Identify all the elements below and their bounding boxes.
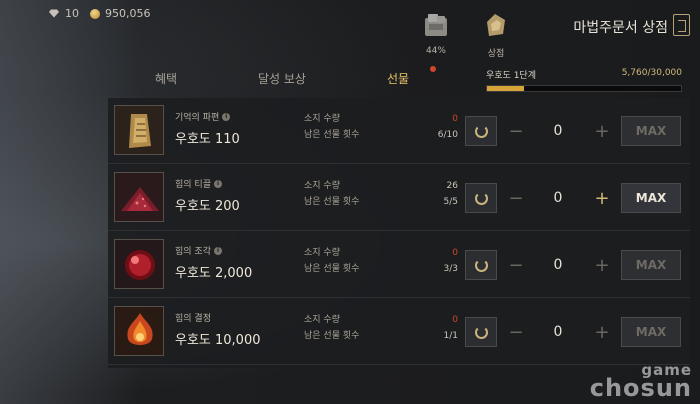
quantity-value: 0 — [553, 324, 563, 340]
item-name: 힘의 결정 — [175, 314, 211, 324]
owned-label: 소지 수량 — [304, 248, 340, 258]
quantity-value: 0 — [553, 190, 563, 206]
scroll-box-button[interactable]: 44% — [416, 10, 456, 56]
refresh-icon — [474, 325, 488, 339]
affinity-level-label: 우호도 1단계 — [486, 71, 536, 81]
scroll-box-icon — [425, 14, 447, 36]
refresh-button[interactable] — [465, 183, 497, 213]
increase-button[interactable]: + — [590, 183, 614, 213]
decrease-button[interactable]: − — [504, 183, 528, 213]
scroll-box-label: 44% — [425, 46, 446, 56]
max-button[interactable]: MAX — [621, 116, 681, 146]
tab-achievement-rewards[interactable]: 달성 보상 — [224, 70, 340, 92]
quantity-value: 0 — [553, 257, 563, 273]
owned-label: 소지 수량 — [304, 114, 340, 124]
owned-label: 소지 수량 — [304, 181, 340, 191]
item-name: 기억의 파편 — [175, 113, 220, 123]
affinity-value: 5,760/30,000 — [621, 68, 682, 78]
item-name: 힘의 티끌 — [175, 180, 211, 190]
info-icon[interactable]: i — [222, 112, 231, 121]
watermark-line2: chosun — [589, 374, 692, 403]
remaining-label: 남은 선물 횟수 — [304, 264, 360, 274]
gem-count: 10 — [65, 7, 79, 20]
increase-button[interactable]: + — [590, 116, 614, 146]
owned-count: 26 — [446, 181, 458, 191]
refresh-button[interactable] — [465, 116, 497, 146]
decrease-button[interactable]: − — [504, 317, 528, 347]
item-price: 우호도 200 — [175, 199, 240, 214]
item-price: 우호도 2,000 — [175, 266, 253, 281]
fire-crystal-icon — [114, 306, 164, 356]
item-price: 우호도 110 — [175, 132, 240, 147]
decrease-button[interactable]: − — [504, 250, 528, 280]
max-button[interactable]: MAX — [621, 250, 681, 280]
remaining-label: 남은 선물 횟수 — [304, 197, 360, 207]
tab-benefits[interactable]: 혜택 — [108, 70, 224, 92]
owned-count: 0 — [452, 315, 458, 325]
gift-row-power-dust: 힘의 티끌 i 우호도 200 소지 수량남은 선물 횟수 26 5/5 − 0 +… — [108, 165, 690, 231]
gift-row-memory-fragment: 기억의 파편 i 우호도 110 소지 수량 남은 선물 횟수 0 6/10 − 0 … — [108, 98, 690, 164]
max-button[interactable]: MAX — [621, 317, 681, 347]
gift-row-power-piece: 힘의 조각 i 우호도 2,000 소지 수량 남은 선물 횟수 0 3/3 − 0 … — [108, 232, 690, 298]
affinity-bar — [486, 85, 682, 92]
remaining-count: 6/10 — [437, 130, 458, 140]
affinity-progress: 우호도 1단계 5,760/30,000 — [486, 68, 682, 92]
owned-count: 0 — [452, 248, 458, 258]
store-title: 마법주문서 상점 — [573, 20, 668, 36]
refresh-button[interactable] — [465, 317, 497, 347]
decrease-button[interactable]: − — [504, 116, 528, 146]
currency-bar: 10 950,056 — [48, 7, 151, 20]
remaining-count: 5/5 — [443, 197, 458, 207]
store-bag-icon — [487, 14, 505, 36]
info-icon[interactable]: i — [213, 179, 222, 188]
info-icon[interactable]: i — [213, 246, 222, 255]
increase-button[interactable]: + — [590, 317, 614, 347]
item-name: 힘의 조각 — [175, 247, 211, 257]
affinity-bar-fill — [487, 86, 525, 91]
refresh-icon — [474, 124, 488, 138]
red-dust-icon — [114, 172, 164, 222]
refresh-icon — [474, 258, 488, 272]
remaining-label: 남은 선물 횟수 — [304, 130, 360, 140]
item-price: 우호도 10,000 — [175, 333, 261, 348]
owned-count: 0 — [452, 114, 458, 124]
parchment-icon — [114, 105, 164, 155]
gold-amount: 950,056 — [105, 7, 151, 20]
remaining-count: 1/1 — [443, 331, 458, 341]
gold-coin-icon — [90, 8, 100, 19]
remaining-label: 남은 선물 횟수 — [304, 331, 360, 341]
quantity-value: 0 — [553, 123, 563, 139]
gem-icon — [49, 9, 59, 18]
owned-label: 소지 수량 — [304, 315, 340, 325]
max-button[interactable]: MAX — [621, 183, 681, 213]
tab-gifts[interactable]: 선물 — [340, 70, 456, 92]
store-bag-label: 상점 — [487, 49, 505, 59]
gift-row-power-crystal: 힘의 결정 우호도 10,000 소지 수량 남은 선물 횟수 0 1/1 − 0 … — [108, 299, 690, 365]
refresh-icon — [474, 191, 488, 205]
refresh-button[interactable] — [465, 250, 497, 280]
increase-button[interactable]: + — [590, 250, 614, 280]
watermark-logo: game chosun — [589, 362, 692, 403]
tab-bar: 혜택 달성 보상 선물 — [108, 70, 456, 92]
remaining-count: 3/3 — [443, 264, 458, 274]
store-bag-button[interactable]: 상점 — [476, 10, 516, 59]
red-orb-icon — [114, 239, 164, 289]
store-book-icon[interactable] — [673, 14, 690, 36]
